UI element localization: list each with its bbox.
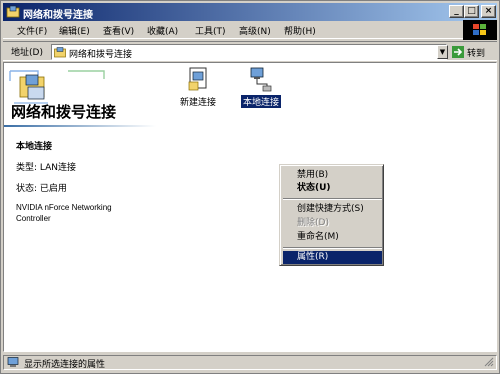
connection-type: 类型: LAN连接 — [16, 163, 77, 173]
menu-item-rename[interactable]: 重命名(M) — [283, 231, 382, 244]
resize-grip-icon[interactable] — [484, 357, 494, 367]
explorer-window: 网络和拨号连接 _ □ × 文件(F) 编辑(E) 查看(V) 收藏(A) 工具… — [0, 0, 500, 374]
menu-advanced[interactable]: 高级(N) — [239, 24, 271, 37]
close-button[interactable]: × — [481, 5, 496, 18]
windows-logo-icon — [463, 20, 497, 40]
network-connections-icon — [9, 70, 105, 104]
new-connection-icon — [188, 67, 207, 91]
menu-tools[interactable]: 工具(T) — [195, 24, 226, 37]
menu-item-create-shortcut[interactable]: 创建快捷方式(S) — [283, 203, 382, 216]
address-bar: 地址(D) 网络和拨号连接 ▼ 转到 — [3, 41, 497, 61]
context-menu: 禁用(B) 状态(U) 创建快捷方式(S) 删除(D) 重命名(M) 属性(R) — [279, 164, 384, 266]
new-connection-item[interactable]: 新建连接 — [176, 66, 220, 108]
menu-help[interactable]: 帮助(H) — [284, 24, 316, 37]
go-button[interactable]: 转到 — [450, 44, 496, 60]
new-connection-label: 新建连接 — [179, 98, 216, 108]
content-pane[interactable]: 网络和拨号连接 本地连接 类型: LAN连接 状态: 已启用 NVIDIA nF… — [3, 62, 497, 352]
menu-item-delete[interactable]: 删除(D) — [283, 217, 382, 230]
selected-connection-name: 本地连接 — [16, 142, 53, 152]
local-area-connection-item[interactable]: 本地连接 — [239, 66, 283, 108]
menu-view[interactable]: 查看(V) — [103, 24, 134, 37]
local-area-connection-label: 本地连接 — [240, 95, 281, 108]
menu-item-properties[interactable]: 属性(R) — [283, 251, 382, 264]
info-panel: 网络和拨号连接 本地连接 类型: LAN连接 状态: 已启用 NVIDIA nF… — [4, 63, 156, 351]
address-dropdown-button[interactable]: ▼ — [437, 45, 448, 59]
network-folder-icon — [54, 47, 66, 58]
menu-bar: 文件(F) 编辑(E) 查看(V) 收藏(A) 工具(T) 高级(N) 帮助(H… — [3, 22, 497, 39]
address-value: 网络和拨号连接 — [69, 50, 133, 60]
menu-item-status[interactable]: 状态(U) — [283, 182, 382, 195]
menu-item-disable[interactable]: 禁用(B) — [283, 169, 382, 182]
status-text: 显示所选连接的属性 — [24, 360, 106, 370]
panel-title: 网络和拨号连接 — [11, 103, 117, 121]
status-field: 显示所选连接的属性 — [3, 355, 497, 370]
maximize-button[interactable]: □ — [464, 5, 479, 18]
device-name: NVIDIA nForce Networking Controller — [16, 203, 112, 223]
network-folder-icon — [6, 5, 20, 18]
address-input[interactable]: 网络和拨号连接 — [51, 44, 447, 60]
minimize-button[interactable]: _ — [449, 5, 464, 18]
local-area-connection-icon — [250, 67, 272, 92]
window-title: 网络和拨号连接 — [23, 10, 93, 21]
menu-separator — [283, 198, 382, 200]
menu-separator — [283, 247, 382, 249]
connection-status: 状态: 已启用 — [16, 184, 67, 194]
menu-file[interactable]: 文件(F) — [17, 24, 47, 37]
menu-favorites[interactable]: 收藏(A) — [147, 24, 178, 37]
go-arrow-icon — [452, 46, 464, 58]
menu-edit[interactable]: 编辑(E) — [59, 24, 90, 37]
status-bar: 显示所选连接的属性 — [3, 354, 497, 371]
title-bar[interactable]: 网络和拨号连接 _ □ × — [3, 3, 497, 21]
computer-icon — [7, 357, 19, 367]
address-label: 地址(D) — [11, 48, 43, 58]
panel-divider — [4, 125, 156, 127]
go-label: 转到 — [467, 49, 486, 59]
